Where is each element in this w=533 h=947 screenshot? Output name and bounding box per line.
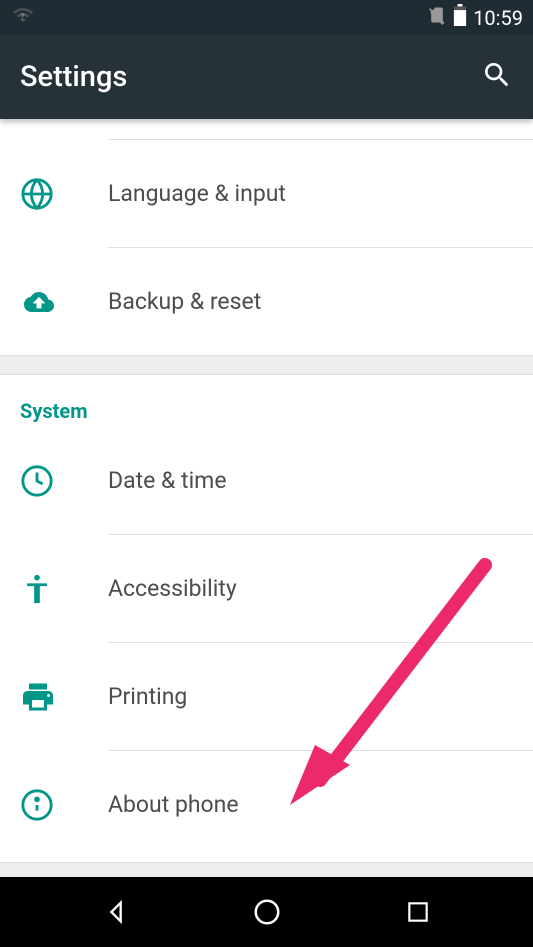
search-icon bbox=[481, 59, 513, 91]
section-gap bbox=[0, 862, 533, 877]
accessibility-icon bbox=[20, 572, 108, 606]
settings-item-printing[interactable]: Printing bbox=[0, 643, 533, 750]
status-bar: ? 10:59 bbox=[0, 0, 533, 35]
wifi-icon: ? bbox=[10, 4, 36, 31]
settings-list: Language & input Backup & reset System D… bbox=[0, 119, 533, 877]
recents-icon bbox=[405, 899, 431, 925]
settings-item-label: Backup & reset bbox=[108, 288, 533, 315]
app-bar: Settings bbox=[0, 35, 533, 119]
home-icon bbox=[252, 897, 282, 927]
battery-icon bbox=[453, 4, 467, 31]
settings-item-about-phone[interactable]: About phone bbox=[0, 751, 533, 858]
nav-recents-button[interactable] bbox=[378, 899, 458, 925]
no-sim-icon bbox=[427, 5, 447, 30]
status-time: 10:59 bbox=[473, 6, 523, 30]
info-icon bbox=[20, 788, 108, 822]
settings-item-label: Language & input bbox=[108, 180, 533, 207]
search-button[interactable] bbox=[481, 59, 513, 95]
settings-item-backup-reset[interactable]: Backup & reset bbox=[0, 248, 533, 355]
section-header-system: System bbox=[0, 375, 533, 427]
svg-text:?: ? bbox=[20, 13, 25, 23]
settings-item-date-time[interactable]: Date & time bbox=[0, 427, 533, 534]
settings-item-label: Printing bbox=[108, 683, 533, 710]
section-gap bbox=[0, 355, 533, 375]
printer-icon bbox=[20, 679, 108, 715]
status-right: 10:59 bbox=[427, 4, 523, 31]
globe-icon bbox=[20, 177, 108, 211]
clock-icon bbox=[20, 464, 108, 498]
settings-item-label: Date & time bbox=[108, 467, 533, 494]
back-icon bbox=[102, 898, 130, 926]
settings-item-accessibility[interactable]: Accessibility bbox=[0, 535, 533, 642]
settings-item-label: About phone bbox=[108, 791, 533, 818]
cloud-upload-icon bbox=[20, 287, 108, 317]
settings-item-language-input[interactable]: Language & input bbox=[0, 140, 533, 247]
nav-home-button[interactable] bbox=[227, 897, 307, 927]
status-left: ? bbox=[10, 4, 36, 31]
nav-back-button[interactable] bbox=[76, 898, 156, 926]
settings-item-label: Accessibility bbox=[108, 575, 533, 602]
navigation-bar bbox=[0, 877, 533, 947]
page-title: Settings bbox=[20, 60, 127, 94]
